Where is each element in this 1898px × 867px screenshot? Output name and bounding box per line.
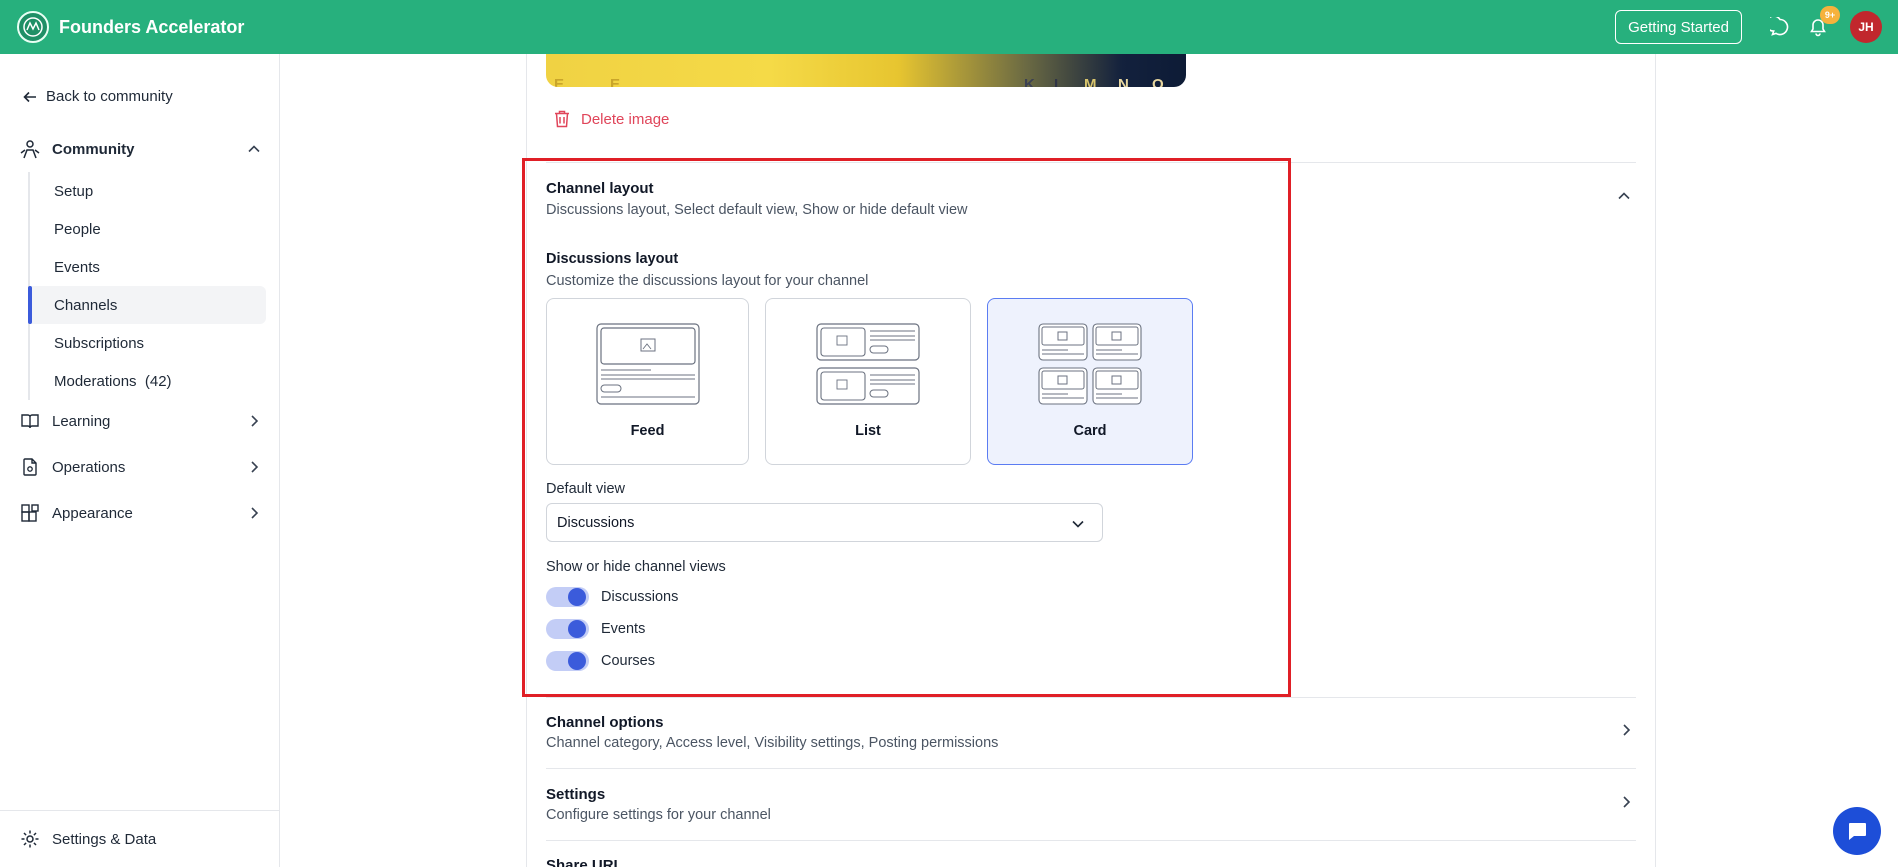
community-icon — [18, 137, 42, 161]
share-url-title[interactable]: Share URL — [546, 857, 623, 867]
layout-blocks-icon — [18, 501, 42, 525]
sidebar-item-moderations[interactable]: Moderations (42) — [30, 362, 266, 400]
sidebar-section-appearance[interactable]: Appearance — [18, 498, 262, 528]
back-to-community-link[interactable]: Back to community — [22, 88, 173, 105]
sidebar-item-subscriptions[interactable]: Subscriptions — [30, 324, 266, 362]
section-divider — [546, 840, 1636, 841]
sidebar: Back to community Community Setup People… — [0, 54, 280, 867]
cover-image-letter: M — [1084, 76, 1097, 87]
sidebar-section-learning[interactable]: Learning — [18, 406, 262, 436]
channel-cover-image: E E K L M N O — [546, 54, 1186, 87]
delete-image-label: Delete image — [581, 110, 670, 128]
chevron-right-icon — [251, 461, 259, 473]
chevron-up-icon — [248, 145, 260, 153]
user-avatar[interactable]: JH — [1850, 11, 1882, 43]
sidebar-section-operations[interactable]: Operations — [18, 452, 262, 482]
sidebar-section-label: Community — [52, 140, 135, 158]
community-logo-icon — [17, 11, 49, 43]
support-chat-button[interactable] — [1833, 807, 1881, 855]
chevron-right-icon — [1623, 724, 1631, 736]
chevron-right-icon — [251, 415, 259, 427]
settings-title[interactable]: Settings — [546, 786, 605, 803]
collapse-channel-layout-button[interactable] — [1614, 186, 1634, 206]
highlight-annotation-box — [522, 158, 1291, 697]
chevron-right-icon — [251, 507, 259, 519]
channel-options-title[interactable]: Channel options — [546, 714, 664, 731]
expand-channel-options-button[interactable] — [1616, 720, 1636, 740]
trash-icon — [555, 110, 569, 128]
settings-and-data-link[interactable]: Settings & Data — [0, 810, 280, 867]
top-bar: Founders Accelerator Getting Started 9+ … — [0, 0, 1898, 54]
cover-image-letter: N — [1118, 76, 1129, 87]
sidebar-section-community[interactable]: Community — [18, 134, 262, 164]
sidebar-item-people[interactable]: People — [30, 210, 266, 248]
cover-image-letter: O — [1152, 76, 1164, 87]
channel-options-subtitle: Channel category, Access level, Visibili… — [546, 735, 999, 751]
book-icon — [18, 409, 42, 433]
chat-bubble-icon — [1849, 823, 1866, 840]
brand[interactable]: Founders Accelerator — [17, 11, 244, 43]
settings-and-data-label: Settings & Data — [52, 830, 157, 848]
gear-icon — [21, 830, 39, 848]
sidebar-section-label: Learning — [52, 412, 111, 430]
chevron-up-icon — [1618, 192, 1630, 200]
notification-badge: 9+ — [1820, 6, 1840, 24]
brand-name: Founders Accelerator — [59, 16, 245, 37]
chat-icon[interactable] — [1768, 15, 1792, 39]
sidebar-section-label: Operations — [52, 458, 126, 476]
section-divider — [546, 697, 1636, 698]
cover-image-letter: E — [610, 76, 621, 87]
sidebar-item-events[interactable]: Events — [30, 248, 266, 286]
community-subnav: Setup People Events Channels Subscriptio… — [28, 172, 266, 400]
chevron-right-icon — [1623, 796, 1631, 808]
cover-image-letter: L — [1054, 76, 1064, 87]
document-gear-icon — [18, 455, 42, 479]
settings-subtitle: Configure settings for your channel — [546, 807, 771, 823]
back-link-label: Back to community — [46, 88, 173, 105]
cover-image-letter: E — [554, 76, 565, 87]
section-divider — [546, 768, 1636, 769]
sidebar-section-label: Appearance — [52, 504, 133, 522]
cover-image-letter: K — [1024, 76, 1035, 87]
notification-bell-icon[interactable]: 9+ — [1806, 6, 1840, 39]
expand-settings-button[interactable] — [1616, 792, 1636, 812]
arrow-left-icon — [23, 91, 36, 102]
sidebar-item-channels[interactable]: Channels — [28, 286, 266, 324]
delete-image-button[interactable]: Delete image — [553, 109, 669, 129]
getting-started-button[interactable]: Getting Started — [1615, 10, 1742, 44]
sidebar-item-setup[interactable]: Setup — [30, 172, 266, 210]
